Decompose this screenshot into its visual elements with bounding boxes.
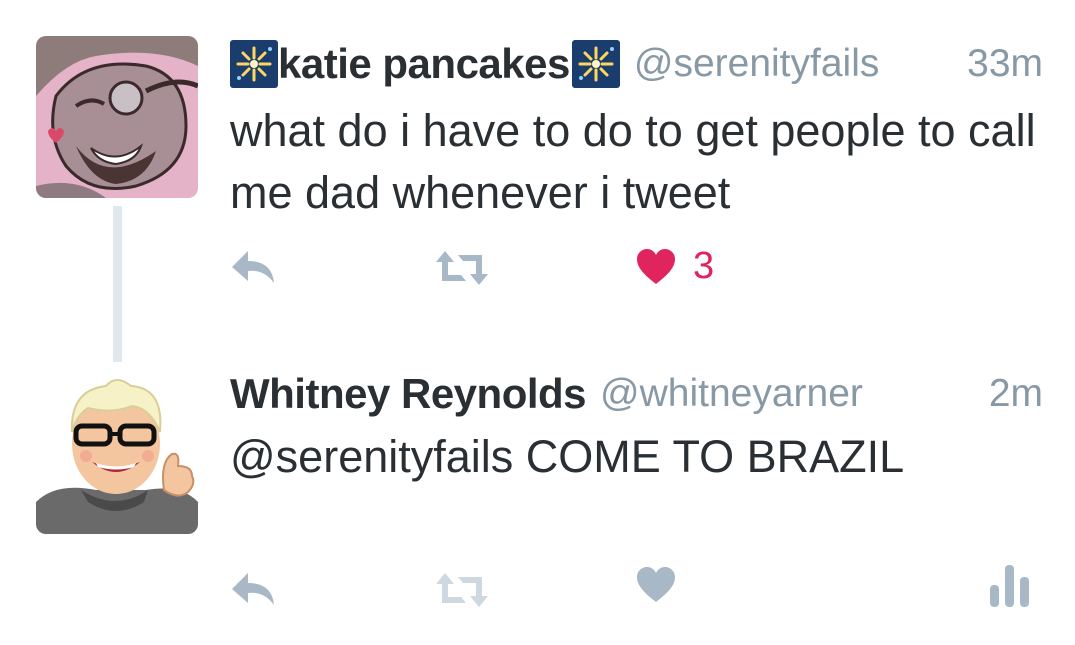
timestamp[interactable]: 2m — [989, 372, 1043, 416]
like-count: 3 — [693, 245, 715, 287]
display-name[interactable]: Whitney Reynolds — [230, 370, 587, 418]
fireworks-emoji-icon — [230, 40, 278, 88]
avatar-whitney[interactable] — [36, 372, 198, 534]
reply-icon — [232, 251, 274, 283]
fireworks-emoji-icon — [571, 40, 620, 88]
analytics-icon — [990, 565, 1029, 607]
handle[interactable]: @whitneyarner — [600, 372, 863, 416]
retweet-icon — [436, 251, 488, 285]
tweet-actions: 3 — [0, 245, 1075, 295]
tweet-header: Whitney Reynolds @whitneyarner 2m — [230, 366, 1043, 422]
handle[interactable]: @serenityfails — [634, 42, 880, 86]
heart-icon — [637, 567, 675, 602]
tweet-text: what do i have to do to get people to ca… — [230, 105, 1036, 218]
analytics-button[interactable] — [990, 565, 1030, 607]
retweet-button[interactable] — [435, 573, 489, 607]
tweet-header: katie pancakes @serenityfails 33m — [230, 36, 1043, 92]
retweet-icon — [436, 573, 488, 607]
tweet-actions — [0, 565, 1075, 615]
tweet-text: @serenityfails COME TO BRAZIL — [230, 431, 905, 482]
tweet-katie[interactable]: katie pancakes @serenityfails 33m what d… — [0, 0, 1075, 320]
like-button[interactable] — [637, 567, 675, 603]
reply-icon — [232, 573, 274, 605]
retweet-button[interactable] — [435, 251, 489, 285]
avatar-katie[interactable] — [36, 36, 198, 198]
like-button[interactable]: 3 — [637, 245, 714, 288]
reply-button[interactable] — [230, 569, 276, 609]
display-name[interactable]: katie pancakes — [278, 40, 570, 88]
heart-icon — [637, 248, 675, 284]
tweet-whitney[interactable]: Whitney Reynolds @whitneyarner 2m @seren… — [0, 320, 1075, 645]
reply-button[interactable] — [230, 247, 276, 287]
timestamp[interactable]: 33m — [967, 42, 1043, 86]
